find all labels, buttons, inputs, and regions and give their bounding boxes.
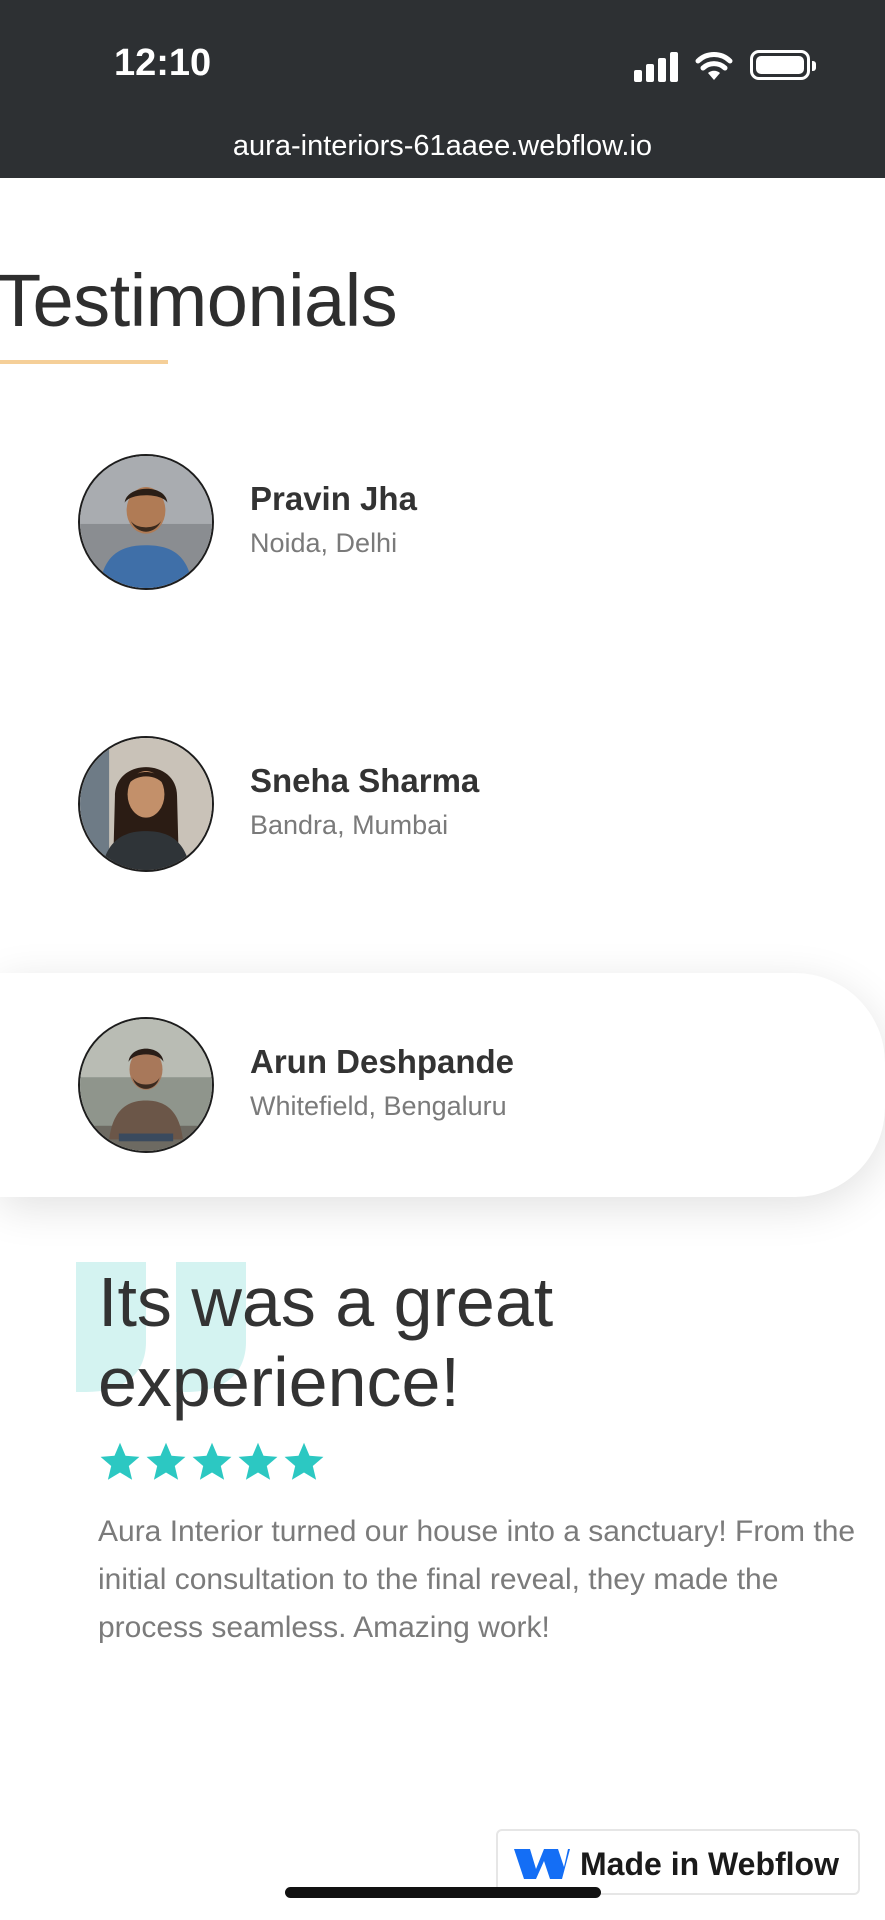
testimonial-name: Arun Deshpande <box>250 1043 515 1080</box>
testimonial-name: Sneha Sharma <box>250 762 480 799</box>
testimonial-location: Whitefield, Bengaluru <box>250 1091 507 1121</box>
webflow-logo-icon <box>514 1849 570 1879</box>
avatar <box>78 454 214 590</box>
avatar-photo <box>80 456 212 588</box>
star-icon <box>146 1442 186 1480</box>
testimonial-location: Noida, Delhi <box>250 528 398 558</box>
star-icon <box>192 1442 232 1480</box>
avatar <box>78 736 214 872</box>
testimonial-quote-body: Aura Interior turned our house into a sa… <box>98 1515 856 1644</box>
battery-icon <box>750 50 816 80</box>
star-icon <box>100 1442 140 1480</box>
testimonial-quote-title: Its was a great experience! <box>98 1263 554 1421</box>
badge-label: Made in Webflow <box>580 1846 839 1882</box>
home-indicator[interactable] <box>285 1887 601 1898</box>
avatar-photo <box>80 1019 212 1151</box>
section-title: Testimonials <box>0 259 398 342</box>
rating-stars <box>98 1440 326 1484</box>
wifi-icon <box>695 52 733 80</box>
testimonial-item-sneha[interactable]: Sneha Sharma Bandra, Mumbai <box>0 694 885 918</box>
status-time: 12:10 <box>114 42 212 84</box>
avatar-photo <box>80 738 212 870</box>
made-in-webflow-badge[interactable]: Made in Webflow <box>496 1829 860 1895</box>
testimonial-item-arun-active[interactable]: Arun Deshpande Whitefield, Bengaluru <box>0 973 885 1197</box>
cellular-signal-icon <box>634 52 680 82</box>
address-bar-url[interactable]: aura-interiors-61aaee.webflow.io <box>0 130 885 163</box>
testimonial-item-pravin[interactable]: Pravin Jha Noida, Delhi <box>0 412 885 636</box>
star-icon <box>284 1442 324 1480</box>
testimonial-location: Bandra, Mumbai <box>250 810 449 840</box>
testimonial-name: Pravin Jha <box>250 480 417 517</box>
star-icon <box>238 1442 278 1480</box>
title-underline <box>0 360 168 364</box>
browser-top-bar: 12:10 aura-interiors-61aaee.webflow.io <box>0 0 885 178</box>
avatar <box>78 1017 214 1153</box>
